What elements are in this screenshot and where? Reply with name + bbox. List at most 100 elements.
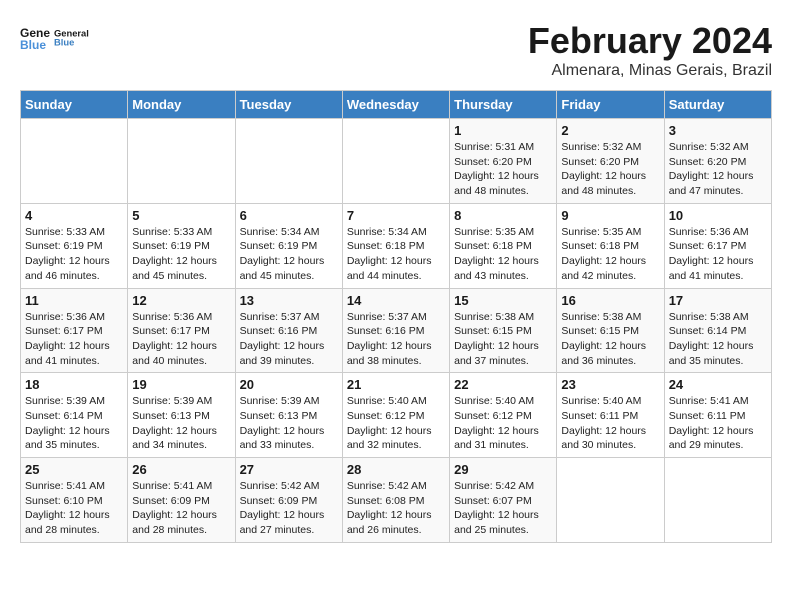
day-info: Sunrise: 5:32 AMSunset: 6:20 PMDaylight:… — [669, 140, 767, 199]
day-cell: 15 Sunrise: 5:38 AMSunset: 6:15 PMDayligh… — [450, 288, 557, 373]
day-info: Sunrise: 5:32 AMSunset: 6:20 PMDaylight:… — [561, 140, 659, 199]
day-cell — [664, 458, 771, 543]
day-cell: 28Sunrise: 5:42 AMSunset: 6:08 PMDayligh… — [342, 458, 449, 543]
day-number: 4 — [25, 208, 123, 223]
logo-icon: General Blue — [20, 23, 50, 53]
day-cell: 2Sunrise: 5:32 AMSunset: 6:20 PMDaylight… — [557, 119, 664, 204]
day-number: 25 — [25, 462, 123, 477]
day-number: 18 — [25, 377, 123, 392]
day-info: Sunrise: 5:39 AMSunset: 6:13 PMDaylight:… — [240, 394, 338, 453]
day-cell: 13 Sunrise: 5:37 AMSunset: 6:16 PMDayligh… — [235, 288, 342, 373]
day-cell — [128, 119, 235, 204]
day-cell — [557, 458, 664, 543]
day-info: Sunrise: 5:39 AMSunset: 6:14 PMDaylight:… — [25, 394, 123, 453]
day-info: Sunrise: 5:40 AMSunset: 6:11 PMDaylight:… — [561, 394, 659, 453]
day-number: 19 — [132, 377, 230, 392]
day-cell: 19 Sunrise: 5:39 AMSunset: 6:13 PMDayligh… — [128, 373, 235, 458]
day-number: 8 — [454, 208, 552, 223]
day-info: Sunrise: 5:36 AMSunset: 6:17 PMDaylight:… — [132, 310, 230, 369]
logo: General Blue General Blue — [20, 20, 104, 55]
col-header-thursday: Thursday — [450, 91, 557, 119]
day-number: 29 — [454, 462, 552, 477]
svg-text:General: General — [54, 28, 89, 38]
day-info: Sunrise: 5:39 AMSunset: 6:13 PMDaylight:… — [132, 394, 230, 453]
day-number: 9 — [561, 208, 659, 223]
page-title: February 2024 — [528, 20, 772, 62]
day-cell: 1 Sunrise: 5:31 AMSunset: 6:20 PMDaylight… — [450, 119, 557, 204]
day-info: Sunrise: 5:31 AMSunset: 6:20 PMDaylight:… — [454, 140, 552, 199]
day-info: Sunrise: 5:36 AMSunset: 6:17 PMDaylight:… — [669, 225, 767, 284]
day-cell: 22Sunrise: 5:40 AMSunset: 6:12 PMDayligh… — [450, 373, 557, 458]
day-cell: 8 Sunrise: 5:35 AMSunset: 6:18 PMDaylight… — [450, 203, 557, 288]
day-info: Sunrise: 5:33 AMSunset: 6:19 PMDaylight:… — [25, 225, 123, 284]
page-subtitle: Almenara, Minas Gerais, Brazil — [528, 62, 772, 80]
day-info: Sunrise: 5:41 AMSunset: 6:11 PMDaylight:… — [669, 394, 767, 453]
day-cell: 24Sunrise: 5:41 AMSunset: 6:11 PMDayligh… — [664, 373, 771, 458]
week-row-1: 1 Sunrise: 5:31 AMSunset: 6:20 PMDaylight… — [21, 119, 772, 204]
day-number: 12 — [132, 293, 230, 308]
day-cell: 21 Sunrise: 5:40 AMSunset: 6:12 PMDayligh… — [342, 373, 449, 458]
day-info: Sunrise: 5:37 AMSunset: 6:16 PMDaylight:… — [347, 310, 445, 369]
day-info: Sunrise: 5:35 AMSunset: 6:18 PMDaylight:… — [454, 225, 552, 284]
day-number: 14 — [347, 293, 445, 308]
week-row-4: 18 Sunrise: 5:39 AMSunset: 6:14 PMDayligh… — [21, 373, 772, 458]
day-info: Sunrise: 5:40 AMSunset: 6:12 PMDaylight:… — [347, 394, 445, 453]
day-info: Sunrise: 5:35 AMSunset: 6:18 PMDaylight:… — [561, 225, 659, 284]
day-cell: 20 Sunrise: 5:39 AMSunset: 6:13 PMDayligh… — [235, 373, 342, 458]
day-number: 26 — [132, 462, 230, 477]
day-cell — [21, 119, 128, 204]
day-number: 15 — [454, 293, 552, 308]
svg-text:Blue: Blue — [54, 38, 74, 48]
day-cell: 10 Sunrise: 5:36 AMSunset: 6:17 PMDayligh… — [664, 203, 771, 288]
day-info: Sunrise: 5:37 AMSunset: 6:16 PMDaylight:… — [240, 310, 338, 369]
day-info: Sunrise: 5:41 AMSunset: 6:09 PMDaylight:… — [132, 479, 230, 538]
day-number: 13 — [240, 293, 338, 308]
col-header-sunday: Sunday — [21, 91, 128, 119]
day-info: Sunrise: 5:41 AMSunset: 6:10 PMDaylight:… — [25, 479, 123, 538]
day-cell: 9 Sunrise: 5:35 AMSunset: 6:18 PMDaylight… — [557, 203, 664, 288]
day-number: 6 — [240, 208, 338, 223]
page-header: General Blue General Blue February 2024 … — [20, 20, 772, 80]
day-info: Sunrise: 5:33 AMSunset: 6:19 PMDaylight:… — [132, 225, 230, 284]
day-number: 20 — [240, 377, 338, 392]
day-cell: 4 Sunrise: 5:33 AMSunset: 6:19 PMDaylight… — [21, 203, 128, 288]
svg-text:Blue: Blue — [20, 38, 46, 52]
day-cell: 25 Sunrise: 5:41 AMSunset: 6:10 PMDayligh… — [21, 458, 128, 543]
day-info: Sunrise: 5:38 AMSunset: 6:15 PMDaylight:… — [454, 310, 552, 369]
day-cell — [342, 119, 449, 204]
day-info: Sunrise: 5:42 AMSunset: 6:07 PMDaylight:… — [454, 479, 552, 538]
day-info: Sunrise: 5:34 AMSunset: 6:19 PMDaylight:… — [240, 225, 338, 284]
day-info: Sunrise: 5:36 AMSunset: 6:17 PMDaylight:… — [25, 310, 123, 369]
day-number: 5 — [132, 208, 230, 223]
week-row-2: 4 Sunrise: 5:33 AMSunset: 6:19 PMDaylight… — [21, 203, 772, 288]
day-cell: 6 Sunrise: 5:34 AMSunset: 6:19 PMDaylight… — [235, 203, 342, 288]
day-cell: 14 Sunrise: 5:37 AMSunset: 6:16 PMDayligh… — [342, 288, 449, 373]
day-cell: 16 Sunrise: 5:38 AMSunset: 6:15 PMDayligh… — [557, 288, 664, 373]
day-cell: 5 Sunrise: 5:33 AMSunset: 6:19 PMDaylight… — [128, 203, 235, 288]
day-info: Sunrise: 5:42 AMSunset: 6:09 PMDaylight:… — [240, 479, 338, 538]
week-row-3: 11 Sunrise: 5:36 AMSunset: 6:17 PMDayligh… — [21, 288, 772, 373]
day-cell: 23 Sunrise: 5:40 AMSunset: 6:11 PMDayligh… — [557, 373, 664, 458]
day-number: 10 — [669, 208, 767, 223]
day-cell — [235, 119, 342, 204]
col-header-friday: Friday — [557, 91, 664, 119]
title-block: February 2024 Almenara, Minas Gerais, Br… — [528, 20, 772, 80]
day-number: 17 — [669, 293, 767, 308]
day-info: Sunrise: 5:38 AMSunset: 6:15 PMDaylight:… — [561, 310, 659, 369]
day-cell: 3 Sunrise: 5:32 AMSunset: 6:20 PMDaylight… — [664, 119, 771, 204]
day-cell: 7Sunrise: 5:34 AMSunset: 6:18 PMDaylight… — [342, 203, 449, 288]
day-number: 23 — [561, 377, 659, 392]
day-number: 1 — [454, 123, 552, 138]
day-number: 11 — [25, 293, 123, 308]
day-cell: 26 Sunrise: 5:41 AMSunset: 6:09 PMDayligh… — [128, 458, 235, 543]
day-number: 16 — [561, 293, 659, 308]
day-cell: 18 Sunrise: 5:39 AMSunset: 6:14 PMDayligh… — [21, 373, 128, 458]
day-info: Sunrise: 5:34 AMSunset: 6:18 PMDaylight:… — [347, 225, 445, 284]
logo-graphic: General Blue — [54, 20, 104, 55]
day-number: 3 — [669, 123, 767, 138]
day-cell: 27 Sunrise: 5:42 AMSunset: 6:09 PMDayligh… — [235, 458, 342, 543]
day-cell: 11 Sunrise: 5:36 AMSunset: 6:17 PMDayligh… — [21, 288, 128, 373]
day-cell: 17Sunrise: 5:38 AMSunset: 6:14 PMDayligh… — [664, 288, 771, 373]
day-number: 27 — [240, 462, 338, 477]
day-number: 21 — [347, 377, 445, 392]
